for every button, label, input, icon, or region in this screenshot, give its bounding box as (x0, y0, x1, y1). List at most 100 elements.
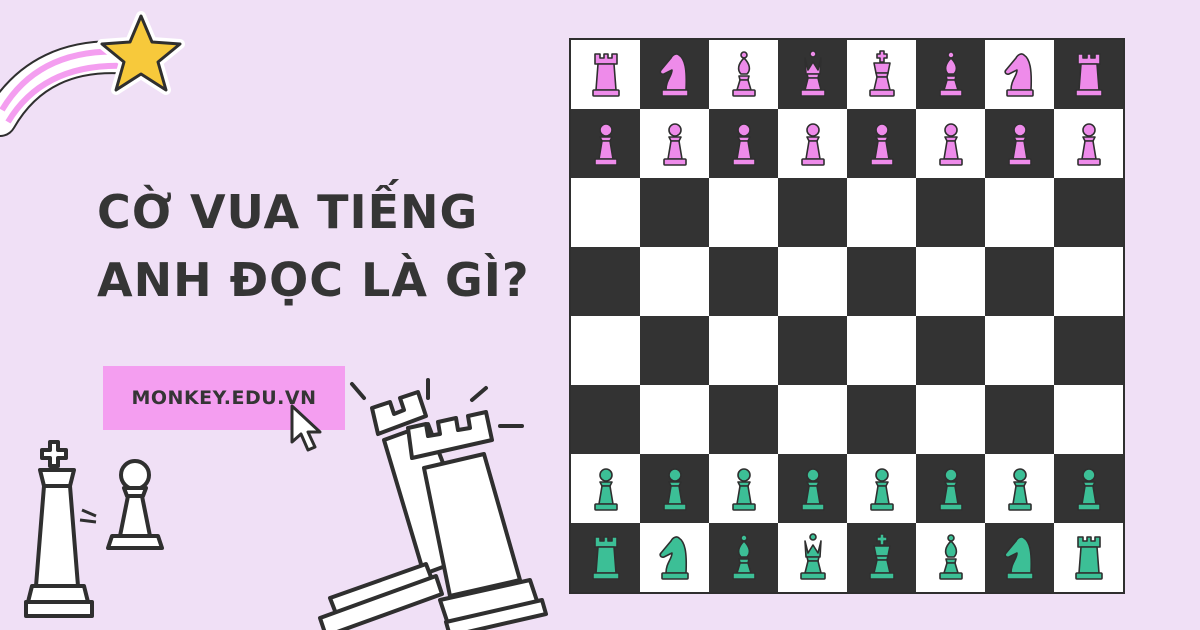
pink-pawn-icon[interactable] (928, 119, 974, 169)
teal-queen-icon[interactable] (790, 532, 836, 583)
board-square[interactable] (1054, 40, 1123, 109)
board-square[interactable] (985, 523, 1054, 592)
board-square[interactable] (778, 316, 847, 385)
board-square[interactable] (571, 316, 640, 385)
board-square[interactable] (847, 40, 916, 109)
board-square[interactable] (916, 454, 985, 523)
board-square[interactable] (571, 454, 640, 523)
board-square[interactable] (640, 247, 709, 316)
pink-pawn-icon[interactable] (997, 119, 1043, 169)
title-line-1: CỜ VUA TIẾNG (97, 185, 479, 239)
board-square[interactable] (778, 178, 847, 247)
board-square[interactable] (916, 385, 985, 454)
board-square[interactable] (571, 247, 640, 316)
pink-rook-icon[interactable] (583, 50, 629, 100)
teal-pawn-icon[interactable] (721, 464, 767, 514)
teal-knight-icon[interactable] (652, 533, 698, 583)
board-square[interactable] (571, 178, 640, 247)
teal-king-icon[interactable] (859, 532, 905, 583)
pink-bishop-icon[interactable] (928, 50, 974, 100)
pink-rook-icon[interactable] (1066, 50, 1112, 100)
pink-pawn-icon[interactable] (652, 119, 698, 169)
teal-pawn-icon[interactable] (1066, 464, 1112, 514)
pink-king-icon[interactable] (859, 49, 905, 100)
board-square[interactable] (1054, 109, 1123, 178)
board-square[interactable] (640, 523, 709, 592)
board-square[interactable] (709, 178, 778, 247)
board-square[interactable] (571, 523, 640, 592)
board-square[interactable] (640, 109, 709, 178)
board-square[interactable] (709, 385, 778, 454)
board-square[interactable] (709, 247, 778, 316)
board-square[interactable] (709, 316, 778, 385)
board-square[interactable] (985, 385, 1054, 454)
pink-pawn-icon[interactable] (859, 119, 905, 169)
board-square[interactable] (847, 454, 916, 523)
board-square[interactable] (1054, 454, 1123, 523)
board-square[interactable] (847, 316, 916, 385)
board-square[interactable] (985, 316, 1054, 385)
board-square[interactable] (640, 385, 709, 454)
board-square[interactable] (640, 316, 709, 385)
board-square[interactable] (985, 178, 1054, 247)
board-square[interactable] (571, 40, 640, 109)
board-square[interactable] (985, 247, 1054, 316)
board-square[interactable] (778, 454, 847, 523)
board-square[interactable] (709, 109, 778, 178)
teal-pawn-icon[interactable] (859, 464, 905, 514)
board-square[interactable] (1054, 178, 1123, 247)
king-pawn-sketch-icon (24, 440, 164, 618)
board-square[interactable] (916, 316, 985, 385)
board-square[interactable] (571, 385, 640, 454)
board-square[interactable] (640, 40, 709, 109)
board-square[interactable] (709, 40, 778, 109)
pink-pawn-icon[interactable] (583, 119, 629, 169)
pink-bishop-icon[interactable] (721, 50, 767, 100)
pink-knight-icon[interactable] (652, 50, 698, 100)
teal-pawn-icon[interactable] (997, 464, 1043, 514)
board-square[interactable] (778, 109, 847, 178)
board-square[interactable] (709, 454, 778, 523)
teal-pawn-icon[interactable] (583, 464, 629, 514)
board-square[interactable] (778, 40, 847, 109)
board-square[interactable] (847, 109, 916, 178)
pink-queen-icon[interactable] (790, 49, 836, 100)
pink-knight-icon[interactable] (997, 50, 1043, 100)
teal-pawn-icon[interactable] (928, 464, 974, 514)
teal-rook-icon[interactable] (1066, 533, 1112, 583)
board-square[interactable] (847, 247, 916, 316)
teal-pawn-icon[interactable] (790, 464, 836, 514)
board-square[interactable] (847, 523, 916, 592)
board-square[interactable] (916, 40, 985, 109)
board-square[interactable] (985, 40, 1054, 109)
board-square[interactable] (916, 109, 985, 178)
teal-bishop-icon[interactable] (928, 533, 974, 583)
board-square[interactable] (985, 454, 1054, 523)
board-square[interactable] (640, 454, 709, 523)
board-square[interactable] (1054, 523, 1123, 592)
teal-bishop-icon[interactable] (721, 533, 767, 583)
teal-pawn-icon[interactable] (652, 464, 698, 514)
board-square[interactable] (1054, 247, 1123, 316)
pink-pawn-icon[interactable] (1066, 119, 1112, 169)
teal-rook-icon[interactable] (583, 533, 629, 583)
board-square[interactable] (916, 178, 985, 247)
board-square[interactable] (916, 523, 985, 592)
board-square[interactable] (640, 178, 709, 247)
pink-pawn-icon[interactable] (721, 119, 767, 169)
board-square[interactable] (847, 178, 916, 247)
board-square[interactable] (1054, 385, 1123, 454)
chess-board (569, 38, 1125, 594)
pink-pawn-icon[interactable] (790, 119, 836, 169)
two-rooks-sketch-icon (318, 378, 548, 630)
board-square[interactable] (571, 109, 640, 178)
board-square[interactable] (709, 523, 778, 592)
board-square[interactable] (778, 247, 847, 316)
board-square[interactable] (847, 385, 916, 454)
board-square[interactable] (985, 109, 1054, 178)
board-square[interactable] (778, 385, 847, 454)
board-square[interactable] (778, 523, 847, 592)
teal-knight-icon[interactable] (997, 533, 1043, 583)
board-square[interactable] (1054, 316, 1123, 385)
board-square[interactable] (916, 247, 985, 316)
